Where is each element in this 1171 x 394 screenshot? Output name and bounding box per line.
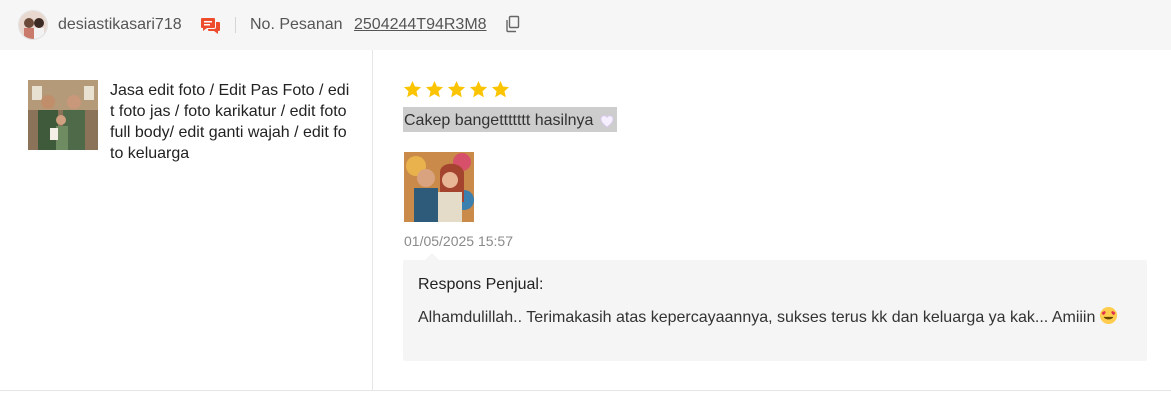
seller-response-body: Alhamdulillah.. Terimakasih atas keperca… [418, 306, 1128, 328]
heart-eyes-emoji-icon [1100, 306, 1118, 325]
header-divider [235, 17, 236, 33]
seller-response-title: Respons Penjual: [418, 276, 544, 293]
review-comment: Cakep bangettttttt hasilnya [403, 107, 618, 132]
review-timestamp: 01/05/2025 15:57 [404, 233, 513, 249]
review-photo[interactable] [404, 152, 474, 222]
chat-icon[interactable] [200, 15, 221, 36]
order-header: desiastikasari718 No. Pesanan 2504244T94… [0, 0, 1171, 50]
buyer-username[interactable]: desiastikasari718 [58, 16, 182, 34]
product-title[interactable]: Jasa edit foto / Edit Pas Foto / edit fo… [110, 80, 350, 164]
rating-stars [403, 80, 510, 99]
product-thumbnail[interactable] [28, 80, 98, 150]
bottom-divider [0, 390, 1171, 391]
order-number-label: No. Pesanan [250, 16, 343, 33]
seller-response: Respons Penjual: Alhamdulillah.. Terimak… [403, 253, 1147, 361]
user-avatar[interactable] [18, 10, 48, 40]
star-icon [469, 80, 488, 98]
star-icon [491, 80, 510, 98]
white-heart-icon [601, 114, 614, 127]
copy-icon[interactable] [505, 15, 521, 33]
order-number-link[interactable]: 2504244T94R3M8 [354, 16, 487, 34]
review-comment-text: Cakep bangettttttt hasilnya [404, 111, 594, 129]
star-icon [403, 80, 422, 98]
star-icon [425, 80, 444, 98]
product-column: Jasa edit foto / Edit Pas Foto / edit fo… [0, 50, 373, 390]
seller-response-text: Alhamdulillah.. Terimakasih atas keperca… [418, 309, 1096, 326]
star-icon [447, 80, 466, 98]
